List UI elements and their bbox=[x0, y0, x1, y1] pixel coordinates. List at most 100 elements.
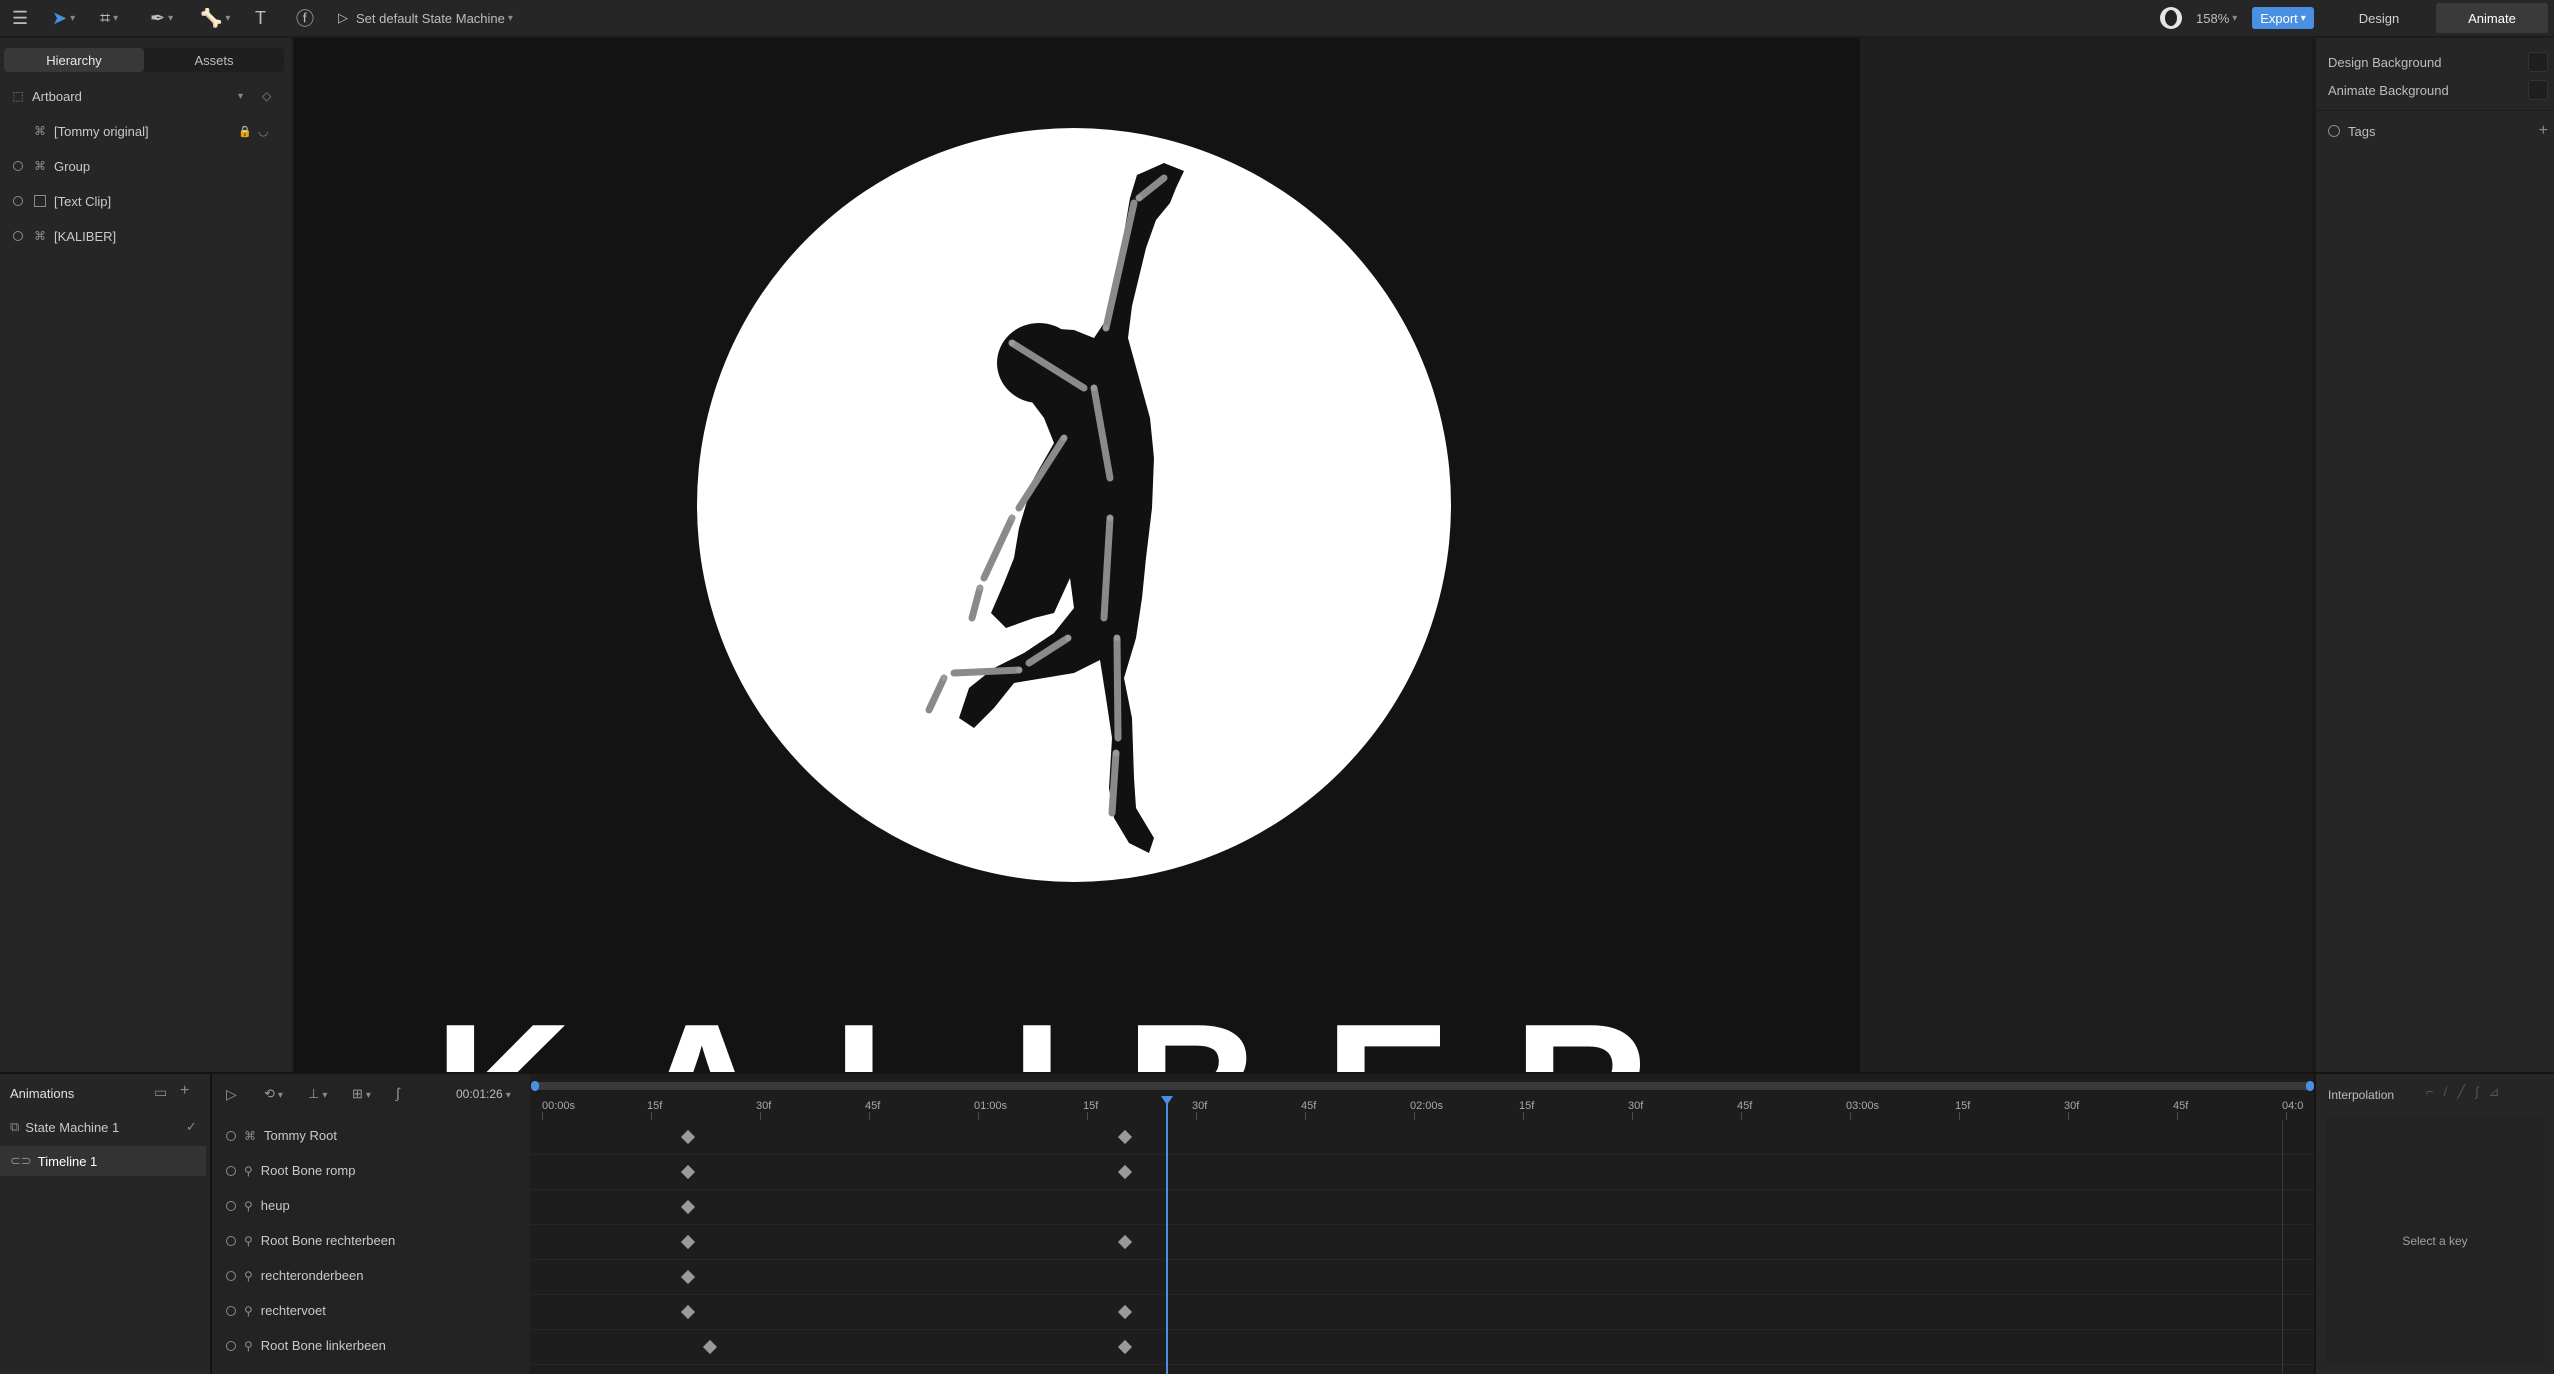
ruler-label: 01:00s bbox=[974, 1100, 1008, 1112]
bone-icon: ⚲ bbox=[244, 1198, 253, 1213]
check-icon[interactable]: ✓ bbox=[186, 1119, 197, 1135]
expand-icon[interactable] bbox=[226, 1235, 236, 1246]
keyframe-track[interactable] bbox=[530, 1155, 2314, 1190]
add-animation-icon[interactable]: + bbox=[180, 1082, 189, 1100]
ruler-tick bbox=[1632, 1112, 1633, 1120]
keyframe[interactable] bbox=[1117, 1339, 1133, 1355]
ruler-label: 45f bbox=[2173, 1100, 2189, 1112]
layer-label: Root Bone linkerbeen bbox=[260, 1338, 386, 1353]
animate-background-row[interactable]: Animate Background bbox=[2328, 77, 2548, 103]
expand-icon[interactable] bbox=[13, 196, 23, 206]
export-label: Export bbox=[2260, 10, 2298, 26]
snap-icon[interactable]: ⊞ ▾ bbox=[352, 1086, 371, 1102]
layer-row[interactable]: ⚲ heup bbox=[212, 1188, 530, 1223]
interpolation-type-icons[interactable]: ⌐/╱∫⊿ bbox=[2426, 1084, 2509, 1100]
layer-row[interactable]: ⚲ rechtervoet bbox=[212, 1293, 530, 1328]
animation-item-state-machine[interactable]: ⧉ State Machine 1 ✓ bbox=[0, 1112, 210, 1142]
keyframe[interactable] bbox=[680, 1199, 696, 1215]
zoom-control[interactable]: 158% ▾ bbox=[2196, 6, 2237, 30]
hierarchy-item[interactable]: ⌘ [Tommy original] 🔒 ◡ bbox=[0, 115, 292, 147]
expand-icon[interactable] bbox=[226, 1270, 236, 1281]
tab-assets[interactable]: Assets bbox=[144, 48, 284, 72]
inspector-panel: Design Background Animate Background Tag… bbox=[2314, 38, 2554, 1072]
expand-icon[interactable] bbox=[226, 1340, 236, 1351]
text-tool-icon[interactable]: T bbox=[255, 6, 266, 30]
expand-icon[interactable] bbox=[226, 1165, 236, 1176]
state-machine-button[interactable]: ▷ Set default State Machine ▾ bbox=[338, 6, 513, 30]
keyframe[interactable] bbox=[1117, 1304, 1133, 1320]
playhead[interactable] bbox=[1161, 1096, 1173, 1374]
tag-icon[interactable]: ◇ bbox=[262, 89, 271, 103]
animation-item-label: State Machine 1 bbox=[25, 1119, 120, 1135]
layer-row[interactable]: ⌘ Tommy Root bbox=[212, 1118, 530, 1153]
select-tool-icon[interactable]: ➤ ▾ bbox=[52, 6, 75, 30]
user-avatar[interactable] bbox=[2160, 7, 2182, 29]
animate-background-swatch[interactable] bbox=[2528, 80, 2548, 100]
design-background-row[interactable]: Design Background bbox=[2328, 49, 2548, 75]
animation-item-timeline[interactable]: ⊂⊃ Timeline 1 bbox=[0, 1146, 206, 1176]
lock-icon[interactable]: 🔒 bbox=[238, 125, 252, 138]
keyframe-track[interactable] bbox=[530, 1260, 2314, 1295]
layer-row[interactable]: ⚲ Root Bone linkerbeen bbox=[212, 1328, 530, 1363]
node-icon: ⌘ bbox=[34, 124, 46, 138]
keyframe-track[interactable] bbox=[530, 1120, 2314, 1155]
ruler-tick bbox=[1087, 1112, 1088, 1120]
loop-icon[interactable]: ⟲ ▾ bbox=[264, 1086, 283, 1102]
hierarchy-item[interactable]: [Text Clip] bbox=[0, 185, 292, 217]
layer-row[interactable]: ⚲ rechteronderbeen bbox=[212, 1258, 530, 1293]
tab-animate[interactable]: Animate bbox=[2436, 3, 2548, 33]
keyframe-track[interactable] bbox=[530, 1225, 2314, 1260]
artboard[interactable]: KALIBER bbox=[294, 38, 1860, 1072]
chevron-down-icon[interactable]: ▾ bbox=[238, 91, 243, 102]
timeline-track-area[interactable]: 00:00s 15f 30f 45f 01:00s 15f 30f 45f 02:00s 15f 3… bbox=[530, 1074, 2314, 1374]
keyframe-tracks[interactable] bbox=[530, 1120, 2314, 1374]
keyframe[interactable] bbox=[702, 1339, 718, 1355]
keyframe-track[interactable] bbox=[530, 1295, 2314, 1330]
ruler-tick bbox=[1959, 1112, 1960, 1120]
expand-icon[interactable] bbox=[226, 1130, 236, 1141]
artboard-row[interactable]: ⬚ Artboard ▾ ◇ bbox=[0, 80, 292, 112]
keyframe[interactable] bbox=[1117, 1129, 1133, 1145]
expand-icon[interactable] bbox=[13, 161, 23, 171]
ruler-tick bbox=[1414, 1112, 1415, 1120]
expand-icon[interactable] bbox=[226, 1305, 236, 1316]
menu-icon[interactable]: ☰ bbox=[12, 6, 28, 30]
keyframe[interactable] bbox=[1117, 1164, 1133, 1180]
easing-icon[interactable]: ∫ bbox=[396, 1085, 400, 1101]
event-tool-icon[interactable]: ⓕ bbox=[296, 6, 314, 30]
artboard-tool-icon[interactable]: ⌗ ▾ bbox=[100, 6, 118, 30]
expand-icon[interactable] bbox=[13, 231, 23, 241]
bone-tool-icon[interactable]: 🦴 ▾ bbox=[200, 6, 230, 30]
time-ruler[interactable]: 00:00s 15f 30f 45f 01:00s 15f 30f 45f 02:00s 15f 3… bbox=[530, 1074, 2314, 1120]
layer-row[interactable]: ⚲ Root Bone rechterbeen bbox=[212, 1223, 530, 1258]
keyframe[interactable] bbox=[680, 1164, 696, 1180]
expand-icon[interactable] bbox=[226, 1200, 236, 1211]
tags-row[interactable]: Tags + bbox=[2328, 118, 2548, 144]
pen-tool-icon[interactable]: ✒ ▾ bbox=[150, 6, 173, 30]
collapse-icon[interactable] bbox=[2328, 125, 2340, 137]
hierarchy-item[interactable]: ⌘ Group bbox=[0, 150, 292, 182]
eye-closed-icon[interactable]: ◡ bbox=[258, 124, 268, 138]
tab-design[interactable]: Design bbox=[2324, 3, 2434, 33]
keyframe[interactable] bbox=[680, 1269, 696, 1285]
add-tag-icon[interactable]: + bbox=[2539, 122, 2548, 140]
layer-row[interactable]: ⚲ Root Bone romp bbox=[212, 1153, 530, 1188]
current-time[interactable]: 00:01:26 ▾ bbox=[456, 1087, 511, 1101]
tab-hierarchy[interactable]: Hierarchy bbox=[4, 48, 144, 72]
keyframe-track[interactable] bbox=[530, 1330, 2314, 1365]
keyframe[interactable] bbox=[1117, 1234, 1133, 1250]
keyframe[interactable] bbox=[680, 1129, 696, 1145]
hierarchy-tabs: Hierarchy Assets bbox=[4, 48, 284, 72]
keyframe[interactable] bbox=[680, 1234, 696, 1250]
hierarchy-item[interactable]: ⌘ [KALIBER] bbox=[0, 220, 292, 252]
keyframe[interactable] bbox=[680, 1304, 696, 1320]
design-background-swatch[interactable] bbox=[2528, 52, 2548, 72]
hierarchy-item-label: [KALIBER] bbox=[54, 228, 117, 244]
folder-icon[interactable]: ▭ bbox=[154, 1084, 167, 1101]
keyframe-track[interactable] bbox=[530, 1190, 2314, 1225]
play-icon[interactable]: ▷ bbox=[226, 1086, 237, 1103]
stage-canvas[interactable]: KALIBER bbox=[294, 38, 2312, 1072]
keyframe-filter-icon[interactable]: ⊥ ▾ bbox=[308, 1086, 327, 1102]
playhead-handle[interactable] bbox=[1161, 1096, 1173, 1105]
export-button[interactable]: Export ▾ bbox=[2252, 7, 2314, 29]
